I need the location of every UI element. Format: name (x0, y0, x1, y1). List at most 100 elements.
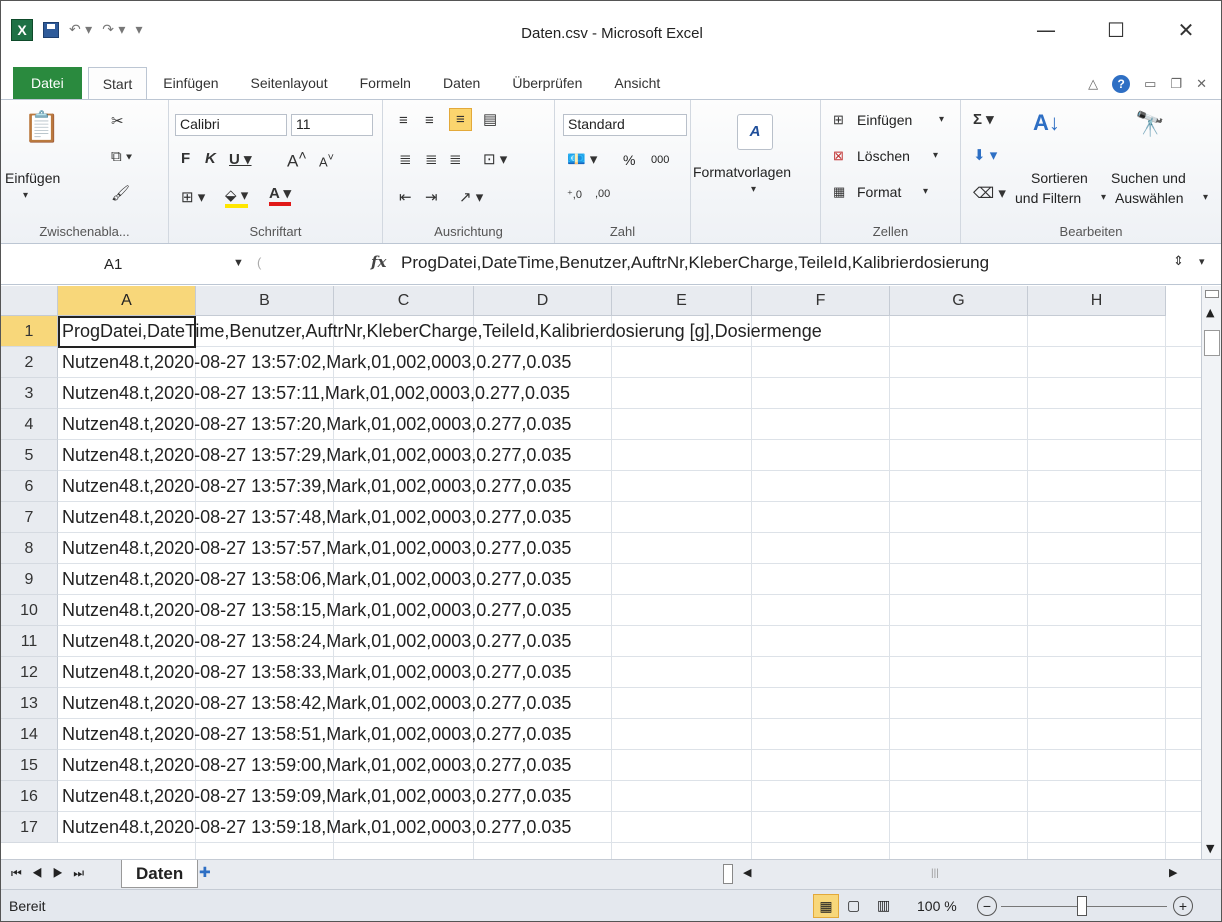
split-handle[interactable] (1205, 290, 1219, 298)
tab-data[interactable]: Daten (427, 75, 496, 99)
clear-icon[interactable]: ⌫ ▾ (973, 184, 1006, 202)
column-header-f[interactable]: F (752, 286, 890, 316)
tab-review[interactable]: Überprüfen (496, 75, 598, 99)
decrease-decimal-icon[interactable]: ,00 (595, 188, 610, 200)
sheet-tab-daten[interactable]: Daten (121, 860, 199, 888)
border-icon[interactable]: ⊞ ▾ (181, 188, 205, 206)
paste-button[interactable]: Einfügen (5, 170, 60, 186)
fill-color-icon[interactable]: ⬙ ▾ (225, 186, 249, 208)
cell-a10[interactable]: Nutzen48.t,2020-08-27 13:58:15,Mark,01,0… (58, 595, 571, 626)
workbook-minimize-icon[interactable]: ▭ (1144, 76, 1156, 92)
formula-scroll-icon[interactable]: ⇕ (1173, 253, 1184, 269)
vertical-scrollbar[interactable]: ▲ ▼ (1201, 286, 1221, 859)
tab-file[interactable]: Datei (13, 67, 82, 99)
row-header[interactable]: 1 (1, 316, 58, 347)
paste-dropdown-icon[interactable]: ▾ (23, 190, 28, 201)
find-dropdown-icon[interactable]: ▾ (1203, 192, 1208, 203)
cut-icon[interactable]: ✂ (111, 112, 124, 130)
row-header[interactable]: 3 (1, 378, 58, 409)
cell-a12[interactable]: Nutzen48.t,2020-08-27 13:58:33,Mark,01,0… (58, 657, 571, 688)
find-button[interactable]: Suchen und (1111, 170, 1186, 186)
number-format-combo[interactable]: Standard (563, 114, 687, 136)
font-size-combo[interactable]: 11 (291, 114, 373, 136)
font-name-combo[interactable]: Calibri (175, 114, 287, 136)
delete-dropdown-icon[interactable]: ▾ (933, 150, 938, 161)
formula-input[interactable]: ProgDatei,DateTime,Benutzer,AuftrNr,Kleb… (401, 253, 1171, 273)
zoom-level[interactable]: 100 % (917, 898, 957, 914)
row-header[interactable]: 15 (1, 750, 58, 781)
scroll-left-icon[interactable]: ◀ (743, 866, 751, 879)
cell-a15[interactable]: Nutzen48.t,2020-08-27 13:59:00,Mark,01,0… (58, 750, 571, 781)
tab-view[interactable]: Ansicht (598, 75, 676, 99)
insert-cells-icon[interactable]: ⊞ (833, 112, 844, 128)
hscroll-grip-icon[interactable]: ||| (931, 868, 939, 879)
minimize-icon[interactable]: — (1011, 15, 1081, 45)
cell-a4[interactable]: Nutzen48.t,2020-08-27 13:57:20,Mark,01,0… (58, 409, 571, 440)
tab-split-handle[interactable] (723, 864, 733, 884)
column-header-d[interactable]: D (474, 286, 612, 316)
row-header[interactable]: 2 (1, 347, 58, 378)
column-header-e[interactable]: E (612, 286, 752, 316)
new-sheet-icon[interactable]: ✚ (199, 864, 211, 881)
ribbon-collapse-icon[interactable]: △ (1088, 76, 1098, 92)
orientation-icon[interactable]: ↗ ▾ (459, 188, 483, 206)
row-header[interactable]: 17 (1, 812, 58, 843)
insert-function-button[interactable]: fx (371, 253, 386, 271)
format-cells-icon[interactable]: ▦ (833, 184, 845, 200)
accounting-format-icon[interactable]: 💶 ▾ (567, 150, 597, 168)
thousands-separator-button[interactable]: 000 (651, 154, 669, 166)
row-header[interactable]: 13 (1, 688, 58, 719)
merge-center-icon[interactable]: ⊡ ▾ (483, 150, 507, 168)
format-painter-icon[interactable]: 🖌 (111, 184, 130, 202)
format-dropdown-icon[interactable]: ▾ (923, 186, 928, 197)
cell-a3[interactable]: Nutzen48.t,2020-08-27 13:57:11,Mark,01,0… (58, 378, 570, 409)
cell-a8[interactable]: Nutzen48.t,2020-08-27 13:57:57,Mark,01,0… (58, 533, 571, 564)
autosum-icon[interactable]: Σ ▾ (973, 110, 994, 128)
cell-a13[interactable]: Nutzen48.t,2020-08-27 13:58:42,Mark,01,0… (58, 688, 571, 719)
worksheet-grid[interactable]: A B C D E F G H 1 ProgDatei,DateTime,Benutzer,Auf… (1, 286, 1201, 859)
paste-icon[interactable]: 📋 (23, 110, 60, 145)
row-header[interactable]: 6 (1, 471, 58, 502)
insert-cells-button[interactable]: Einfügen (857, 112, 912, 128)
align-center-icon[interactable]: ≣ (425, 150, 438, 168)
row-header[interactable]: 14 (1, 719, 58, 750)
cell-a7[interactable]: Nutzen48.t,2020-08-27 13:57:48,Mark,01,0… (58, 502, 571, 533)
shrink-font-icon[interactable]: A˅ (319, 152, 334, 169)
align-bottom-icon[interactable]: ≡ (449, 108, 472, 131)
page-layout-view-icon[interactable]: ▢ (847, 897, 860, 914)
cell-a17[interactable]: Nutzen48.t,2020-08-27 13:59:18,Mark,01,0… (58, 812, 571, 843)
copy-icon[interactable]: ⧉ ▾ (111, 148, 132, 165)
tab-start[interactable]: Start (87, 67, 148, 100)
cell-a11[interactable]: Nutzen48.t,2020-08-27 13:58:24,Mark,01,0… (58, 626, 571, 657)
zoom-in-icon[interactable]: + (1173, 896, 1193, 916)
scroll-down-icon[interactable]: ▼ (1206, 842, 1214, 855)
sort-filter-icon[interactable]: A↓ (1033, 110, 1060, 136)
align-left-icon[interactable]: ≣ (399, 150, 412, 168)
scroll-right-icon[interactable]: ▶ (1169, 866, 1177, 879)
cell-a5[interactable]: Nutzen48.t,2020-08-27 13:57:29,Mark,01,0… (58, 440, 571, 471)
column-header-a[interactable]: A (58, 286, 196, 316)
name-box[interactable]: A1 (9, 253, 249, 277)
sort-button[interactable]: Sortieren (1031, 170, 1088, 186)
zoom-out-icon[interactable]: − (977, 896, 997, 916)
cell-a6[interactable]: Nutzen48.t,2020-08-27 13:57:39,Mark,01,0… (58, 471, 571, 502)
formula-expand-icon[interactable]: ▾ (1199, 255, 1205, 268)
select-button[interactable]: Auswählen (1115, 190, 1184, 206)
zoom-slider-thumb[interactable] (1077, 896, 1087, 916)
select-all-corner[interactable] (1, 286, 58, 316)
delete-cells-icon[interactable]: ⊠ (833, 148, 844, 164)
decrease-indent-icon[interactable]: ⇤ (399, 188, 412, 206)
row-header[interactable]: 5 (1, 440, 58, 471)
italic-icon[interactable]: K (205, 150, 216, 167)
workbook-close-icon[interactable]: ✕ (1196, 76, 1207, 92)
filter-button[interactable]: und Filtern (1015, 190, 1081, 206)
column-header-h[interactable]: H (1028, 286, 1166, 316)
percent-style-button[interactable]: % (623, 152, 635, 168)
row-header[interactable]: 10 (1, 595, 58, 626)
format-cells-button[interactable]: Format (857, 184, 901, 200)
maximize-icon[interactable]: ☐ (1081, 15, 1151, 45)
row-header[interactable]: 9 (1, 564, 58, 595)
grow-font-icon[interactable]: A˄ (287, 148, 307, 172)
help-icon[interactable]: ? (1112, 75, 1131, 93)
normal-view-icon[interactable]: ▦ (813, 894, 839, 918)
